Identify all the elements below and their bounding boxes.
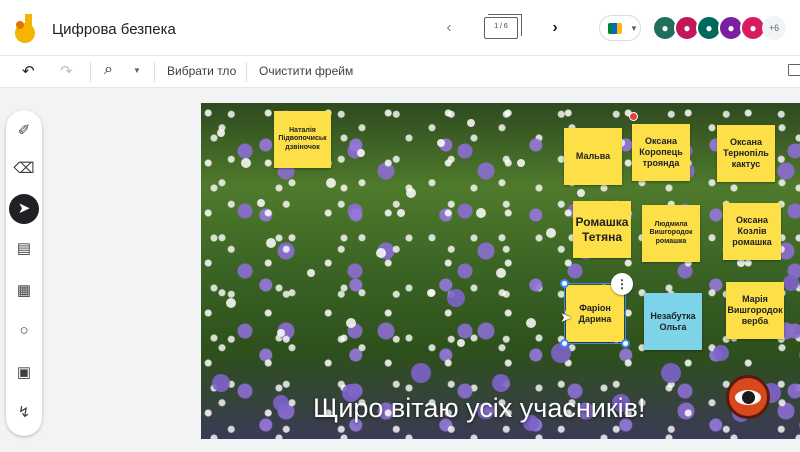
- welcome-text[interactable]: Щиро вітаю усіх учасників!: [313, 393, 646, 424]
- collaborator-cursor-marker: [629, 112, 638, 121]
- laser-icon[interactable]: ↯: [9, 398, 39, 428]
- chevron-down-icon[interactable]: ▼: [133, 66, 141, 75]
- zoom-icon[interactable]: ⌕: [104, 61, 122, 79]
- pen-icon[interactable]: ✐: [9, 116, 39, 146]
- document-title[interactable]: Цифрова безпека: [52, 21, 176, 38]
- clear-frame-button[interactable]: Очистити фрейм: [259, 64, 353, 78]
- sticky-note[interactable]: Оксана Коропець троянда: [632, 124, 690, 181]
- sticky-note[interactable]: Ромашка Тетяна: [573, 201, 631, 258]
- sticky-note[interactable]: Оксана Тернопіль кактус: [717, 125, 775, 182]
- frame-counter-label: 1 / 6: [494, 23, 508, 30]
- edit-toolbar: ↶ ↷ ⌕ ▼ Вибрати тло Очистити фрейм: [0, 56, 800, 88]
- next-frame-button[interactable]: ›: [546, 19, 564, 39]
- resize-handle[interactable]: [560, 279, 569, 288]
- sticky-note[interactable]: Незабутка Ольга: [644, 293, 702, 350]
- present-icon[interactable]: [788, 64, 800, 76]
- circle-shape-icon[interactable]: ○: [9, 316, 39, 346]
- meet-camera-icon: [608, 23, 622, 34]
- image-icon[interactable]: ▦: [9, 276, 39, 306]
- redo-icon[interactable]: ↷: [60, 62, 78, 80]
- eye-logo-icon: [726, 375, 770, 419]
- select-icon[interactable]: ➤: [9, 194, 39, 224]
- more-collaborators-badge[interactable]: +6: [762, 16, 786, 40]
- resize-handle[interactable]: [621, 339, 630, 348]
- sticky-note[interactable]: Марія Вишгородок верба: [726, 282, 784, 339]
- undo-icon[interactable]: ↶: [22, 62, 40, 80]
- toolbar-divider: [246, 62, 247, 82]
- sticky-note-icon[interactable]: ▤: [9, 234, 39, 264]
- set-background-button[interactable]: Вибрати тло: [167, 64, 236, 78]
- toolbar-divider: [90, 62, 91, 82]
- whiteboard-canvas[interactable]: Наталія Підвопочиськ дзвіночок Мальва Ок…: [201, 103, 800, 439]
- previous-frame-button[interactable]: ‹: [440, 19, 458, 39]
- meet-button[interactable]: ▼: [599, 15, 641, 41]
- sticky-note[interactable]: Оксана Козлів ромашка: [723, 203, 781, 260]
- mouse-pointer-icon: ➤: [560, 309, 572, 325]
- jamboard-logo-icon: [12, 14, 38, 44]
- more-options-button[interactable]: ⋮: [611, 273, 633, 295]
- resize-handle[interactable]: [560, 339, 569, 348]
- tool-palette: ✐ ⌫ ➤ ▤ ▦ ○ ▣ ↯: [6, 110, 42, 436]
- frame-bar-button[interactable]: 1 / 6: [482, 14, 522, 42]
- sticky-note[interactable]: Наталія Підвопочиськ дзвіночок: [274, 111, 331, 168]
- sticky-note[interactable]: Мальва: [564, 128, 622, 185]
- app-header: Цифрова безпека ‹ 1 / 6 › ▼ ● ● ● ● ● +6: [0, 0, 800, 56]
- eraser-icon[interactable]: ⌫: [9, 154, 39, 184]
- toolbar-divider: [154, 62, 155, 82]
- chevron-down-icon: ▼: [630, 24, 638, 33]
- sticky-note[interactable]: Людмила Вишгородок ромашка: [642, 205, 700, 262]
- text-box-icon[interactable]: ▣: [9, 358, 39, 388]
